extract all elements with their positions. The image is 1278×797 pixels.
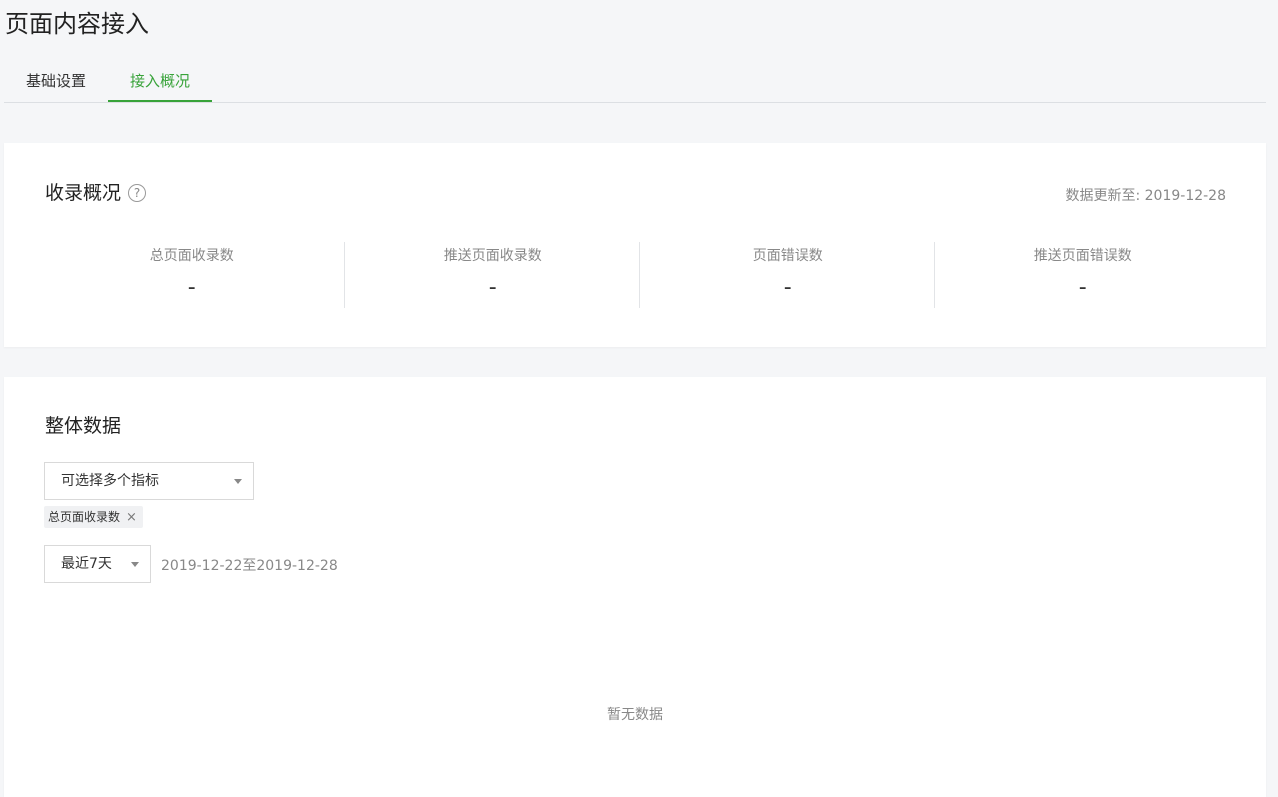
stat-pushed-indexed: 推送页面收录数 - (344, 242, 641, 308)
stat-value: - (488, 275, 497, 300)
tab-bar: 基础设置 接入概况 (4, 62, 1266, 103)
tab-access-overview[interactable]: 接入概况 (108, 62, 212, 102)
caret-down-icon (234, 479, 242, 484)
stat-value: - (783, 275, 792, 300)
stats-row: 总页面收录数 - 推送页面收录数 - 页面错误数 - 推送页面错误数 - (44, 242, 1226, 308)
indexing-overview-card: 收录概况 ? 数据更新至: 2019-12-28 总页面收录数 - 推送页面收录… (4, 143, 1266, 347)
close-icon[interactable]: × (126, 510, 137, 525)
date-range-text: 2019-12-22至2019-12-28 (161, 558, 338, 574)
page-title: 页面内容接入 (5, 10, 149, 38)
stat-label: 推送页面收录数 (443, 248, 542, 264)
indexing-overview-title: 收录概况 (45, 182, 122, 204)
help-circle-icon[interactable]: ? (128, 184, 146, 202)
overall-data-title: 整体数据 (45, 415, 122, 437)
stat-label: 页面错误数 (752, 248, 823, 264)
metric-select-value: 可选择多个指标 (61, 473, 159, 489)
date-range-select-value: 最近7天 (61, 556, 112, 572)
tab-basic-settings[interactable]: 基础设置 (4, 62, 108, 102)
data-updated-text: 数据更新至: 2019-12-28 (1065, 188, 1226, 204)
stat-pushed-errors: 推送页面错误数 - (934, 242, 1231, 308)
tag-label: 总页面收录数 (48, 510, 121, 524)
stat-value: - (187, 275, 196, 300)
stat-value: - (1078, 275, 1087, 300)
stat-label: 推送页面错误数 (1033, 248, 1132, 264)
caret-down-icon (131, 562, 139, 567)
selected-metric-tag: 总页面收录数 × (44, 506, 143, 528)
empty-state-text: 暂无数据 (607, 707, 663, 723)
stat-page-errors: 页面错误数 - (639, 242, 936, 308)
stat-label: 总页面收录数 (149, 248, 234, 264)
stat-total-indexed: 总页面收录数 - (44, 242, 340, 308)
date-range-select[interactable]: 最近7天 (44, 545, 151, 583)
overall-data-card: 整体数据 可选择多个指标 总页面收录数 × 最近7天 2019-12-22至201… (4, 377, 1266, 797)
metric-select[interactable]: 可选择多个指标 (44, 462, 254, 500)
